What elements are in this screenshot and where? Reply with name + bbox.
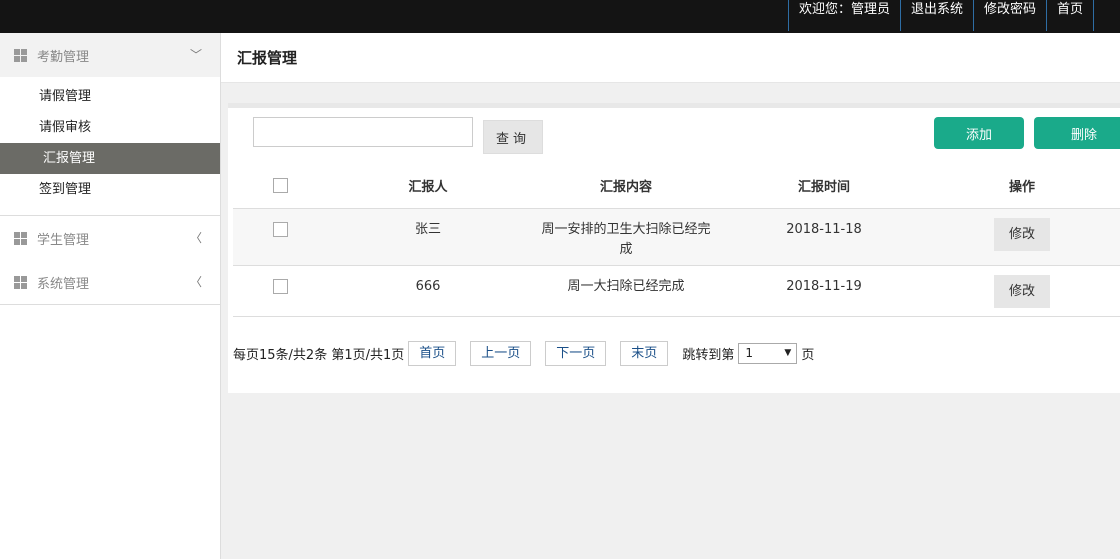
grid-icon [14, 48, 27, 62]
top-nav: 欢迎您：管理员 退出系统 修改密码 首页 [787, 0, 1094, 31]
row-checkbox[interactable] [273, 279, 288, 294]
sidebar-item-leave-review[interactable]: 请假审核 [0, 112, 220, 143]
logout-link[interactable]: 退出系统 [899, 0, 974, 31]
next-page-button[interactable]: 下一页 [545, 340, 607, 366]
column-header-time: 汇报时间 [797, 180, 850, 195]
jump-suffix: 页 [801, 347, 815, 363]
sidebar: 考勤管理 ﹀ 请假管理 请假审核 汇报管理 签到管理 学生管理 〈 系统管理 〈 [0, 33, 221, 559]
prev-page-button[interactable]: 上一页 [470, 340, 532, 366]
sidebar-group-label: 学生管理 [37, 232, 90, 248]
sidebar-group-system[interactable]: 系统管理 〈 [0, 260, 220, 304]
add-button[interactable]: 添加 [934, 117, 1024, 149]
grid-icon [14, 275, 27, 289]
sidebar-item-report-management[interactable]: 汇报管理 [0, 143, 220, 174]
cell-content: 周一大扫除已经完成 [567, 279, 685, 294]
column-header-reporter: 汇报人 [408, 180, 448, 195]
home-link[interactable]: 首页 [1045, 0, 1094, 31]
sidebar-submenu-attendance: 请假管理 请假审核 汇报管理 签到管理 [0, 77, 220, 216]
search-button[interactable]: 查询 [483, 120, 543, 154]
pagination: 每页15条/共2条 第1页/共1页 首页 上一页 下一页 末页 跳转到第 1 ▼… [233, 340, 814, 366]
edit-button[interactable]: 修改 [994, 275, 1050, 308]
edit-button[interactable]: 修改 [994, 218, 1050, 251]
page-select-value: 1 [745, 345, 753, 360]
table-row: 666 周一大扫除已经完成 2018-11-19 修改 [233, 266, 1120, 317]
top-bar: 欢迎您：管理员 退出系统 修改密码 首页 [0, 0, 1120, 33]
dropdown-arrow-icon: ▼ [784, 347, 792, 358]
sidebar-group-label: 考勤管理 [37, 49, 90, 65]
select-all-checkbox[interactable] [273, 178, 288, 193]
sidebar-item-checkin-management[interactable]: 签到管理 [0, 174, 220, 205]
page-title: 汇报管理 [237, 49, 298, 67]
welcome-user[interactable]: 欢迎您：管理员 [787, 0, 901, 31]
sidebar-group-students[interactable]: 学生管理 〈 [0, 216, 220, 260]
column-header-actions: 操作 [1008, 180, 1035, 195]
chevron-left-icon: 〈 [189, 231, 202, 245]
cell-content: 周一安排的卫生大扫除已经完成 [541, 222, 711, 257]
page-select[interactable]: 1 ▼ [738, 342, 798, 364]
page-header: 汇报管理 [221, 33, 1120, 83]
cell-reporter: 张三 [414, 222, 441, 237]
content-panel: 查询 添加 删除 汇报人 汇报内容 汇报时间 操作 张三 周一安排的卫生大扫除已… [228, 103, 1120, 393]
pagination-summary: 每页15条/共2条 第1页/共1页 [233, 347, 405, 363]
sidebar-group-label: 系统管理 [37, 276, 90, 292]
cell-time: 2018-11-18 [786, 222, 862, 237]
table-header-row: 汇报人 汇报内容 汇报时间 操作 [233, 163, 1120, 209]
jump-label: 跳转到第 [682, 347, 735, 363]
grid-icon [14, 231, 27, 245]
table-row: 张三 周一安排的卫生大扫除已经完成 2018-11-18 修改 [233, 209, 1120, 266]
cell-reporter: 666 [415, 279, 441, 294]
row-checkbox[interactable] [273, 222, 288, 237]
sidebar-item-leave-management[interactable]: 请假管理 [0, 81, 220, 112]
last-page-button[interactable]: 末页 [620, 340, 669, 366]
chevron-left-icon: 〈 [189, 275, 202, 289]
cell-time: 2018-11-19 [786, 279, 862, 294]
report-table: 汇报人 汇报内容 汇报时间 操作 张三 周一安排的卫生大扫除已经完成 2018-… [233, 163, 1120, 317]
sidebar-group-attendance[interactable]: 考勤管理 ﹀ [0, 33, 220, 77]
delete-button[interactable]: 删除 [1034, 117, 1120, 149]
column-header-content: 汇报内容 [599, 180, 652, 195]
change-password-link[interactable]: 修改密码 [972, 0, 1047, 31]
first-page-button[interactable]: 首页 [408, 340, 457, 366]
chevron-down-icon: ﹀ [189, 48, 202, 62]
search-input[interactable] [253, 117, 473, 147]
